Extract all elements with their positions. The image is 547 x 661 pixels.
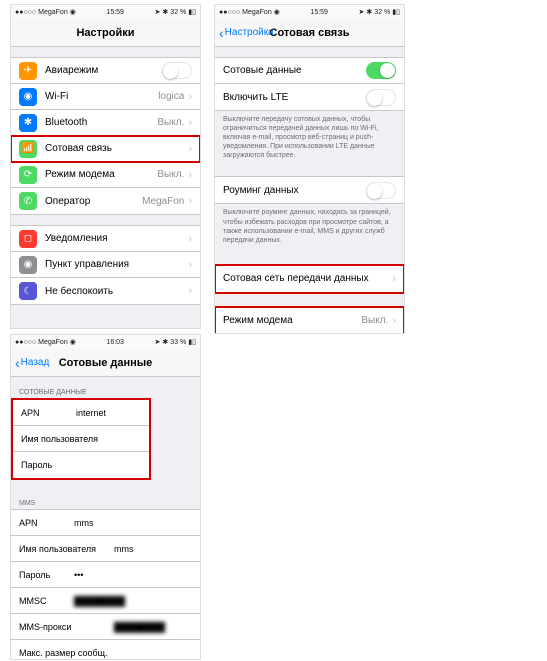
chevron-left-icon: ‹ bbox=[15, 356, 20, 370]
chevron-right-icon: › bbox=[392, 273, 396, 285]
row-apn-settings[interactable]: Сотовая сеть передачи данных › bbox=[215, 266, 404, 292]
cellular-data-toggle[interactable] bbox=[366, 62, 396, 79]
row-dnd[interactable]: ☾ Не беспокоить › bbox=[11, 278, 200, 304]
cellular-data-screen: ●●○○○MegaFon◉ 16:03 ➤✱33 %▮▯ ‹Назад Сото… bbox=[10, 334, 201, 660]
control-center-icon: ◉ bbox=[19, 256, 37, 274]
battery-pct: 32 % bbox=[170, 9, 186, 16]
chevron-right-icon: › bbox=[188, 285, 192, 297]
field-mms-username[interactable]: Имя пользователя mms bbox=[11, 536, 200, 562]
field-apn[interactable]: APN internet bbox=[13, 400, 149, 426]
field-mms-proxy[interactable]: MMS-прокси ████████ bbox=[11, 614, 200, 640]
clock: 15:59 bbox=[106, 9, 124, 16]
field-username[interactable]: Имя пользователя bbox=[13, 426, 149, 452]
field-mms-apn[interactable]: APN mms bbox=[11, 510, 200, 536]
clock: 16:03 bbox=[106, 339, 124, 346]
row-hotspot[interactable]: ⟳ Режим модема Выкл. › bbox=[11, 162, 200, 188]
chevron-right-icon: › bbox=[188, 143, 192, 155]
settings-group-connectivity: ✈ Авиарежим ◉ Wi-Fi logica › ✱ Bluetooth… bbox=[11, 57, 200, 215]
airplane-toggle[interactable] bbox=[162, 62, 192, 79]
battery-pct: 33 % bbox=[170, 339, 186, 346]
field-password[interactable]: Пароль bbox=[13, 452, 149, 478]
field-mms-password[interactable]: Пароль ••• bbox=[11, 562, 200, 588]
field-mmsc[interactable]: MMSC ████████ bbox=[11, 588, 200, 614]
mms-fields: APN mms Имя пользователя mms Пароль ••• … bbox=[11, 509, 200, 660]
chevron-right-icon: › bbox=[188, 233, 192, 245]
navbar: ‹Назад Сотовые данные bbox=[11, 349, 200, 377]
signal-dots-icon: ●●○○○ bbox=[15, 339, 36, 346]
moon-icon: ☾ bbox=[19, 282, 37, 300]
section-header-cellular: СОТОВЫЕ ДАННЫЕ bbox=[11, 383, 200, 398]
battery-icon: ▮▯ bbox=[188, 338, 196, 346]
row-bluetooth[interactable]: ✱ Bluetooth Выкл. › bbox=[11, 110, 200, 136]
chevron-right-icon: › bbox=[188, 91, 192, 103]
airplane-icon: ✈ bbox=[19, 62, 37, 80]
row-roaming[interactable]: Роуминг данных bbox=[215, 177, 404, 203]
cellular-group-apn: Сотовая сеть передачи данных › bbox=[215, 265, 404, 293]
status-bar: ●●○○○MegaFon◉ 15:59 ➤✱32 %▮▯ bbox=[215, 5, 404, 19]
carrier: MegaFon bbox=[242, 9, 272, 16]
back-button[interactable]: ‹Настройки bbox=[215, 26, 274, 40]
status-bar: ●●○○○MegaFon◉ 15:59 ➤✱32 %▮▯ bbox=[11, 5, 200, 19]
cellular-screen: ●●○○○MegaFon◉ 15:59 ➤✱32 %▮▯ ‹Настройки … bbox=[214, 4, 405, 334]
row-cellular[interactable]: 📶 Сотовая связь › bbox=[11, 136, 200, 162]
section-header-mms: MMS bbox=[11, 494, 200, 509]
cellular-group-hotspot: Режим модема Выкл. › bbox=[215, 307, 404, 334]
location-icon: ➤ bbox=[359, 8, 365, 16]
row-lte[interactable]: Включить LTE bbox=[215, 84, 404, 110]
bluetooth-icon: ✱ bbox=[162, 338, 168, 346]
signal-dots-icon: ●●○○○ bbox=[15, 9, 36, 16]
signal-dots-icon: ●●○○○ bbox=[219, 9, 240, 16]
row-control-center[interactable]: ◉ Пункт управления › bbox=[11, 252, 200, 278]
cellular-data-fields: APN internet Имя пользователя Пароль bbox=[11, 398, 151, 480]
navbar: Настройки bbox=[11, 19, 200, 47]
cellular-data-note: Выключите передачу сотовых данных, чтобы… bbox=[215, 111, 404, 166]
cellular-group-data: Сотовые данные Включить LTE bbox=[215, 57, 404, 111]
carrier: MegaFon bbox=[38, 339, 68, 346]
back-button[interactable]: ‹Назад bbox=[11, 356, 49, 370]
wifi-icon: ◉ bbox=[70, 338, 76, 346]
wifi-icon: ◉ bbox=[70, 8, 76, 16]
chevron-left-icon: ‹ bbox=[219, 26, 224, 40]
roaming-toggle[interactable] bbox=[366, 182, 396, 199]
settings-screen: ●●○○○MegaFon◉ 15:59 ➤✱32 %▮▯ Настройки ✈… bbox=[10, 4, 201, 329]
page-title: Настройки bbox=[11, 27, 200, 39]
bluetooth-icon: ✱ bbox=[19, 114, 37, 132]
bluetooth-icon: ✱ bbox=[162, 8, 168, 16]
hotspot-icon: ⟳ bbox=[19, 166, 37, 184]
clock: 15:59 bbox=[310, 9, 328, 16]
chevron-right-icon: › bbox=[188, 117, 192, 129]
cellular-icon: 📶 bbox=[19, 140, 37, 158]
notifications-icon: ◻ bbox=[19, 230, 37, 248]
battery-icon: ▮▯ bbox=[392, 8, 400, 16]
settings-group-system: ◻ Уведомления › ◉ Пункт управления › ☾ Н… bbox=[11, 225, 200, 305]
lte-toggle[interactable] bbox=[366, 89, 396, 106]
navbar: ‹Настройки Сотовая связь bbox=[215, 19, 404, 47]
chevron-right-icon: › bbox=[392, 315, 396, 327]
row-carrier[interactable]: ✆ Оператор MegaFon › bbox=[11, 188, 200, 214]
row-hotspot[interactable]: Режим модема Выкл. › bbox=[215, 308, 404, 334]
row-airplane[interactable]: ✈ Авиарежим bbox=[11, 58, 200, 84]
carrier: MegaFon bbox=[38, 9, 68, 16]
roaming-note: Выключите роуминг данных, находясь за гр… bbox=[215, 204, 404, 250]
row-notifications[interactable]: ◻ Уведомления › bbox=[11, 226, 200, 252]
battery-pct: 32 % bbox=[374, 9, 390, 16]
chevron-right-icon: › bbox=[188, 259, 192, 271]
status-bar: ●●○○○MegaFon◉ 16:03 ➤✱33 %▮▯ bbox=[11, 335, 200, 349]
chevron-right-icon: › bbox=[188, 169, 192, 181]
wifi-icon: ◉ bbox=[274, 8, 280, 16]
phone-icon: ✆ bbox=[19, 192, 37, 210]
field-mms-maxsize[interactable]: Макс. размер сообщ. bbox=[11, 640, 200, 660]
location-icon: ➤ bbox=[155, 8, 161, 16]
battery-icon: ▮▯ bbox=[188, 8, 196, 16]
wifi-icon: ◉ bbox=[19, 88, 37, 106]
bluetooth-icon: ✱ bbox=[366, 8, 372, 16]
cellular-group-roaming: Роуминг данных bbox=[215, 176, 404, 204]
row-wifi[interactable]: ◉ Wi-Fi logica › bbox=[11, 84, 200, 110]
row-cellular-data[interactable]: Сотовые данные bbox=[215, 58, 404, 84]
location-icon: ➤ bbox=[155, 338, 161, 346]
chevron-right-icon: › bbox=[188, 195, 192, 207]
